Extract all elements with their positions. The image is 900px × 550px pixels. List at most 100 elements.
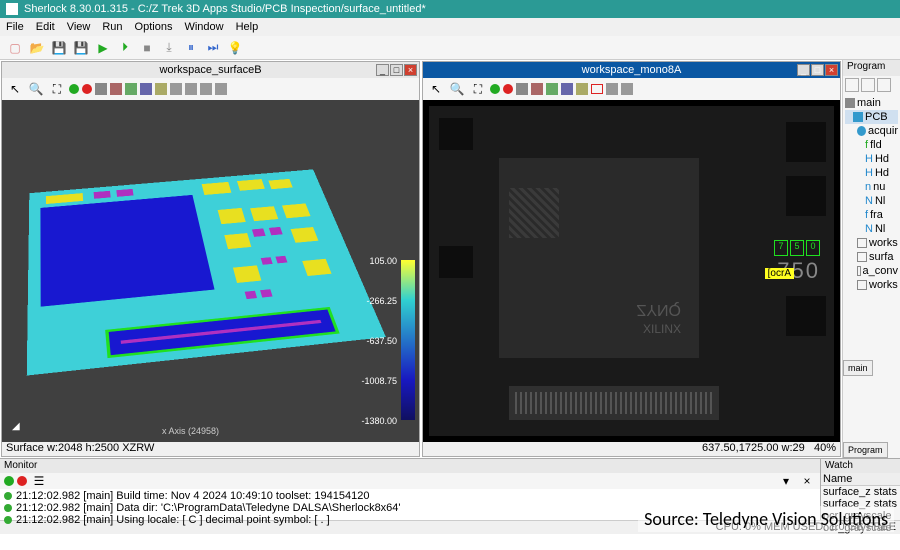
prog-icon3[interactable] [877, 78, 891, 92]
tree-item[interactable]: fra [870, 209, 883, 221]
green-dot-icon[interactable] [490, 84, 500, 94]
watch-header: Watch [821, 459, 900, 473]
tree-item[interactable]: fld [870, 139, 882, 151]
tool6-icon[interactable] [170, 83, 182, 95]
tree-item[interactable]: a_conv [863, 265, 898, 277]
arrow-icon[interactable]: ↖ [427, 80, 445, 98]
new-icon[interactable]: ▢ [6, 39, 24, 57]
main-toolbar: ▢ 📂 💾 💾 ▶ ⏵ ■ ⤓ ⏸ ⏭ 💡 [0, 36, 900, 60]
tree-item[interactable]: PCB [865, 111, 888, 123]
minimize-icon[interactable]: _ [797, 64, 810, 76]
pause-icon[interactable]: ⏸ [182, 39, 200, 57]
menu-view[interactable]: View [67, 21, 91, 33]
tree-item[interactable]: Hd [875, 153, 889, 165]
tree-item[interactable]: surfa [869, 251, 893, 263]
workspace-toolbar: ↖ 🔍 ⛶ [423, 78, 840, 100]
zoom-icon[interactable]: 🔍 [27, 80, 45, 98]
maximize-icon[interactable]: □ [390, 64, 403, 76]
program-header: Program [843, 60, 900, 76]
mon-green-icon[interactable] [4, 476, 14, 486]
tool4-icon[interactable] [140, 83, 152, 95]
tree-root[interactable]: main [857, 97, 881, 109]
runloop-icon[interactable]: ⏵ [116, 39, 134, 57]
workspace-titlebar-active[interactable]: workspace_mono8A _ □ × [423, 62, 840, 78]
status-coords: 637.50,1725.00 w:29 [702, 442, 805, 454]
tool2-icon[interactable] [110, 83, 122, 95]
close-icon[interactable]: × [404, 64, 417, 76]
legend-v1: -266.25 [366, 296, 397, 306]
ocr-label: [ocrA [765, 268, 794, 279]
stop-icon[interactable]: ■ [138, 39, 156, 57]
tool7-icon[interactable] [621, 83, 633, 95]
save-icon[interactable]: 💾 [50, 39, 68, 57]
tool2-icon[interactable] [531, 83, 543, 95]
monitor-header: Monitor [0, 459, 820, 473]
color-legend [401, 260, 415, 420]
chip-text-zynq: ZYNQ [637, 300, 681, 318]
workspace-titlebar[interactable]: workspace_surfaceB _ □ × [2, 62, 419, 78]
menu-help[interactable]: Help [236, 21, 259, 33]
tree-item[interactable]: Nl [875, 223, 885, 235]
legend-v4: -1380.00 [361, 416, 397, 426]
menu-run[interactable]: Run [102, 21, 122, 33]
menu-window[interactable]: Window [184, 21, 223, 33]
view-mono8[interactable]: ZYNQ XILINX 7 5 0 750 [ocrA [423, 100, 840, 442]
close-icon[interactable]: × [825, 64, 838, 76]
view-3d[interactable]: 105.00 -266.25 -637.50 -1008.75 -1380.00… [2, 100, 419, 442]
mon-pin-icon[interactable]: ▾ [777, 472, 795, 490]
menu-options[interactable]: Options [135, 21, 173, 33]
tool5-icon[interactable] [155, 83, 167, 95]
rect-icon[interactable] [591, 84, 603, 94]
tab-program[interactable]: Program [843, 442, 888, 458]
stepover-icon[interactable]: ⏭ [204, 39, 222, 57]
tree-item[interactable]: works [869, 279, 898, 291]
run-icon[interactable]: ▶ [94, 39, 112, 57]
red-dot-icon[interactable] [503, 84, 513, 94]
mon-clear-icon[interactable]: ☰ [30, 472, 48, 490]
maximize-icon[interactable]: □ [811, 64, 824, 76]
tool3-icon[interactable] [546, 83, 558, 95]
tree-item[interactable]: works [869, 237, 898, 249]
tool9-icon[interactable] [215, 83, 227, 95]
log-line: 21:12:02.982 [main] Using locale: [ C ] … [16, 514, 330, 526]
zoomfit-icon[interactable]: ⛶ [469, 80, 487, 98]
watch-col: Name [821, 473, 900, 486]
open-icon[interactable]: 📂 [28, 39, 46, 57]
workspace-title: workspace_mono8A [582, 64, 682, 76]
tool6-icon[interactable] [606, 83, 618, 95]
mon-red-icon[interactable] [17, 476, 27, 486]
tool3-icon[interactable] [125, 83, 137, 95]
zoomfit-icon[interactable]: ⛶ [48, 80, 66, 98]
legend-v3: -1008.75 [361, 376, 397, 386]
tree-item[interactable]: acquir [868, 125, 898, 137]
tool1-icon[interactable] [516, 83, 528, 95]
tool4-icon[interactable] [561, 83, 573, 95]
tab-main[interactable]: main [843, 360, 873, 376]
tool1-icon[interactable] [95, 83, 107, 95]
arrow-icon[interactable]: ↖ [6, 80, 24, 98]
watch-item[interactable]: surface_z stats [821, 486, 900, 498]
menu-file[interactable]: File [6, 21, 24, 33]
saveall-icon[interactable]: 💾 [72, 39, 90, 57]
menu-edit[interactable]: Edit [36, 21, 55, 33]
axis-label: x Axis (24958) [162, 426, 219, 436]
program-tree[interactable]: main PCB acquir ffld HHd HHd nnu NNl ffr… [843, 94, 900, 294]
prog-icon1[interactable] [845, 78, 859, 92]
mon-close-icon[interactable]: × [798, 472, 816, 490]
tree-item[interactable]: Hd [875, 167, 889, 179]
zoom-icon[interactable]: 🔍 [448, 80, 466, 98]
log-dot-icon [4, 492, 12, 500]
tool7-icon[interactable] [185, 83, 197, 95]
status-info: Surface w:2048 h:2500 XZRW [6, 442, 154, 456]
red-dot-icon[interactable] [82, 84, 92, 94]
tool5-icon[interactable] [576, 83, 588, 95]
workspace-title: workspace_surfaceB [159, 64, 261, 76]
tree-item[interactable]: nu [873, 181, 885, 193]
green-dot-icon[interactable] [69, 84, 79, 94]
prog-icon2[interactable] [861, 78, 875, 92]
minimize-icon[interactable]: _ [376, 64, 389, 76]
tool8-icon[interactable] [200, 83, 212, 95]
tree-item[interactable]: Nl [875, 195, 885, 207]
bulb-icon[interactable]: 💡 [226, 39, 244, 57]
step-icon[interactable]: ⤓ [160, 39, 178, 57]
